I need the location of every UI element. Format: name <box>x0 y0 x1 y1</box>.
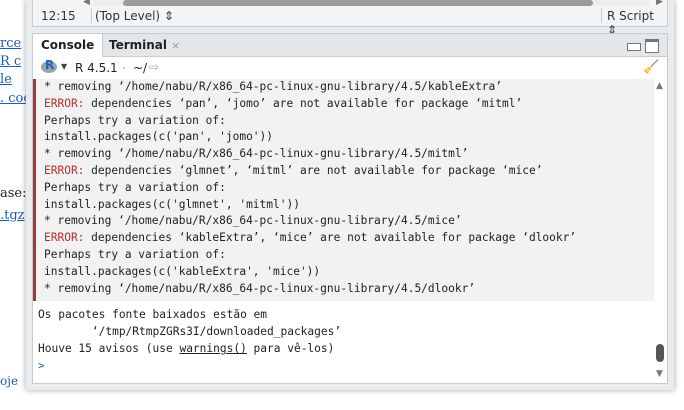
warn-text: Houve 15 avisos (use <box>38 342 180 355</box>
console-line: Perhaps try a variation of: <box>44 248 226 261</box>
console-toolbar: R ▼ R 4.5.1 · ~/ ⇨ 🧹 <box>33 57 667 79</box>
status-divider <box>601 8 602 23</box>
console-line: install.packages(c('kableExtra', 'mice')… <box>44 265 320 278</box>
rstudio-window: ◀ ▶ 12:15 (Top Level) ⇕ R Script ⇕ Conso… <box>26 0 674 390</box>
bg-bottom-link[interactable]: oje <box>0 374 18 388</box>
console-line: install.packages(c('pan', 'jomo')) <box>44 130 273 143</box>
console-error-output: * removing ‘/home/nabu/R/x86_64-pc-linux… <box>33 79 656 301</box>
scroll-left-arrow-icon[interactable]: ◀ <box>83 0 90 7</box>
maximize-pane-icon[interactable] <box>645 39 659 53</box>
console-line: Perhaps try a variation of: <box>44 114 226 127</box>
console-line-text: install.packages(c('pan', 'jomo')) <box>44 130 274 144</box>
bg-link[interactable]: .tgz <box>0 208 25 223</box>
minimize-pane-icon[interactable] <box>627 43 641 51</box>
console-line: ‘/tmp/RtmpZGRs3I/downloaded_packages’ <box>38 325 342 338</box>
console-line: * removing ‘/home/nabu/R/x86_64-pc-linux… <box>44 147 468 160</box>
console-line-text: * removing ‘/home/nabu/R/x86_64-pc-linux… <box>44 214 462 228</box>
bg-text: ase: <box>0 186 27 201</box>
console-line-text: Perhaps try a variation of: <box>44 180 226 194</box>
console-line: ERROR: dependencies ‘kableExtra’, ‘mice’… <box>44 231 576 244</box>
close-icon[interactable]: × <box>171 39 180 52</box>
console-line-text: install.packages(c('glmnet', 'mitml')) <box>44 197 300 211</box>
tab-console[interactable]: Console <box>33 34 104 57</box>
bg-link[interactable]: le <box>0 72 12 87</box>
error-tag: ERROR: <box>44 164 85 177</box>
scroll-up-arrow-icon[interactable]: ▲ <box>656 81 663 91</box>
bg-link[interactable]: R c <box>0 54 21 69</box>
vertical-scrollbar[interactable]: ▲ ▼ <box>654 79 666 382</box>
console-line: install.packages(c('glmnet', 'mitml')) <box>44 198 300 211</box>
console-line: ERROR: dependencies ‘pan’, ‘jomo’ are no… <box>44 97 522 110</box>
console-line-text: Perhaps try a variation of: <box>44 113 226 127</box>
r-logo-letter: R <box>45 58 55 72</box>
separator: · <box>122 61 126 75</box>
console-line-text: Perhaps try a variation of: <box>44 248 226 261</box>
chevron-down-icon[interactable]: ▼ <box>61 62 67 71</box>
editor-status-bar: ◀ ▶ 12:15 (Top Level) ⇕ R Script ⇕ <box>32 0 668 37</box>
console-line-text: dependencies ‘glmnet’, ‘mitml’ are not a… <box>84 164 543 177</box>
go-to-directory-icon[interactable]: ⇨ <box>149 60 159 74</box>
scroll-right-arrow-icon[interactable]: ▶ <box>656 0 663 7</box>
error-tag: ERROR: <box>44 231 85 245</box>
cursor-position: 12:15 <box>41 9 76 23</box>
tab-terminal[interactable]: Terminal × <box>101 34 188 56</box>
console-pane: Console Terminal × R ▼ R 4.5.1 · ~/ ⇨ 🧹 *… <box>32 33 668 384</box>
console-line-text: * removing ‘/home/nabu/R/x86_64-pc-linux… <box>44 80 503 93</box>
console-line-text: * removing ‘/home/nabu/R/x86_64-pc-linux… <box>44 281 476 295</box>
working-directory[interactable]: ~/ <box>133 61 147 75</box>
console-line: * removing ‘/home/nabu/R/x86_64-pc-linux… <box>44 80 502 93</box>
console-line: Houve 15 avisos (use warnings() para vê-… <box>38 342 334 355</box>
r-version: R 4.5.1 <box>75 61 118 75</box>
status-divider <box>91 8 92 23</box>
horizontal-scrollbar[interactable] <box>93 0 649 6</box>
tab-label: Terminal <box>109 38 168 52</box>
vertical-scrollbar-thumb[interactable] <box>656 344 664 362</box>
bg-link[interactable]: rce <box>0 36 21 51</box>
console-line: Perhaps try a variation of: <box>44 181 226 194</box>
clear-console-icon[interactable]: 🧹 <box>643 60 659 75</box>
console-line: * removing ‘/home/nabu/R/x86_64-pc-linux… <box>44 214 462 227</box>
scope-selector[interactable]: (Top Level) ⇕ <box>95 9 174 23</box>
scroll-down-arrow-icon[interactable]: ▼ <box>656 369 663 379</box>
console-line: Os pacotes fonte baixados estão em <box>38 308 268 321</box>
pane-tabbar: Console Terminal × <box>33 34 667 57</box>
console-line-text: * removing ‘/home/nabu/R/x86_64-pc-linux… <box>44 147 469 161</box>
tab-label: Console <box>41 38 95 52</box>
console-line: ERROR: dependencies ‘glmnet’, ‘mitml’ ar… <box>44 164 542 177</box>
console-prompt[interactable]: > <box>38 359 45 372</box>
horizontal-scrollbar-thumb[interactable] <box>123 0 593 6</box>
console-line: * removing ‘/home/nabu/R/x86_64-pc-linux… <box>44 282 475 295</box>
console-line-text: dependencies ‘kableExtra’, ‘mice’ are no… <box>84 231 577 245</box>
error-tag: ERROR: <box>44 96 85 110</box>
warn-text: para vê-los) <box>246 342 335 355</box>
console-line-text: install.packages(c('kableExtra', 'mice')… <box>44 264 321 278</box>
warnings-link[interactable]: warnings() <box>179 342 246 355</box>
console-line-text: dependencies ‘pan’, ‘jomo’ are not avail… <box>84 96 523 110</box>
